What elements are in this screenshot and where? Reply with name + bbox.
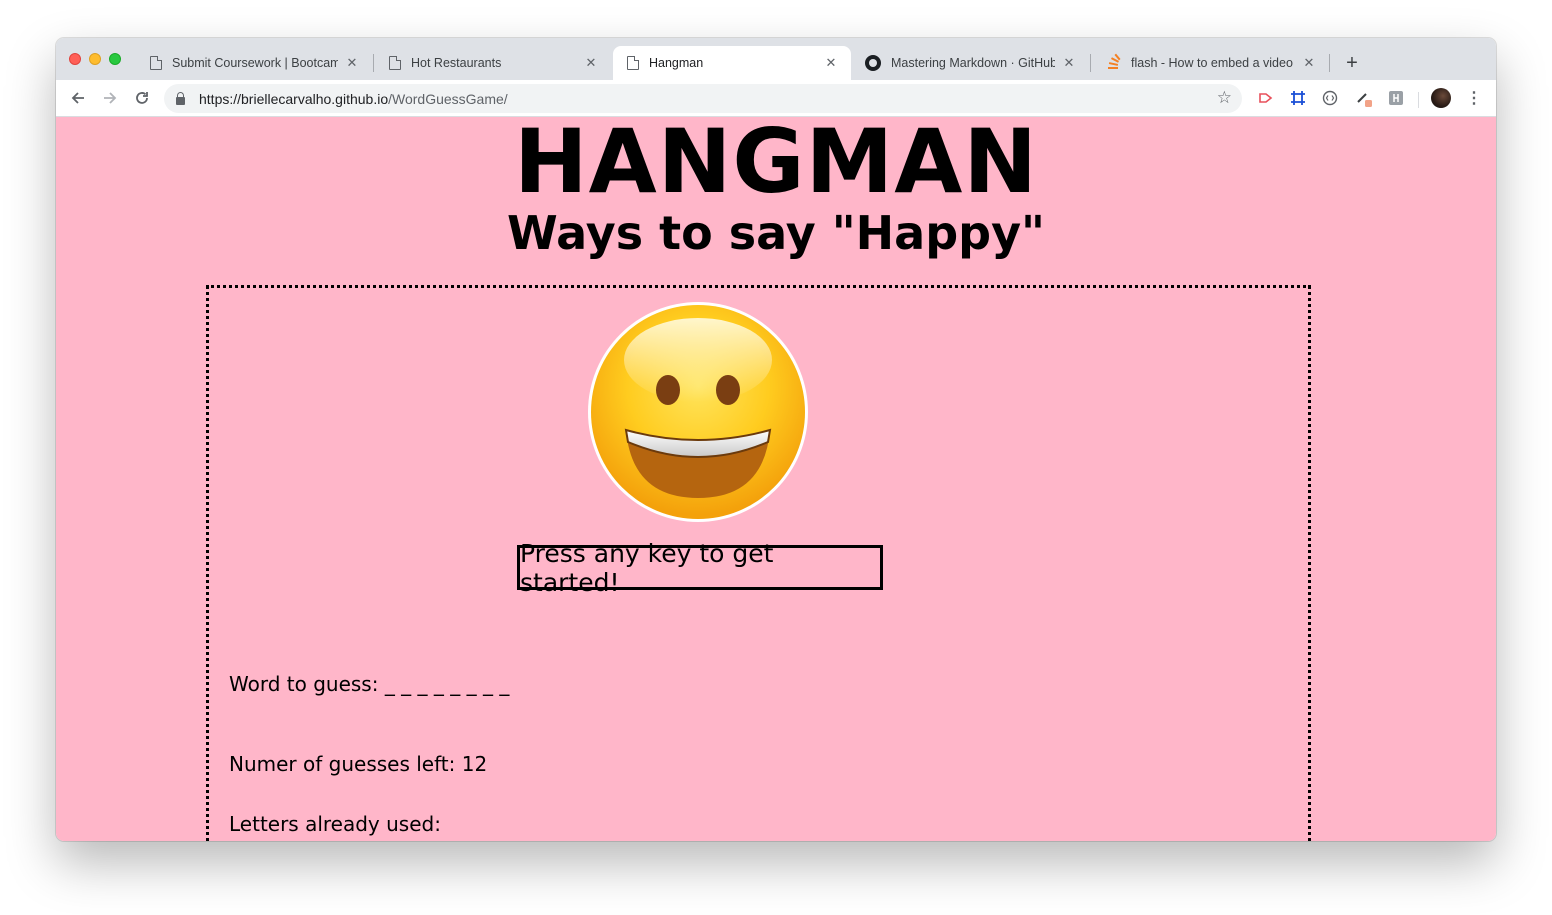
- start-prompt: Press any key to get started!: [517, 539, 883, 597]
- close-icon[interactable]: ✕: [823, 55, 839, 71]
- tab-title: Submit Coursework | Bootcamp: [172, 56, 338, 70]
- page-viewport: HANGMAN Ways to say "Happy" Press any ke…: [56, 117, 1496, 841]
- letters-used: Letters already used:: [229, 812, 447, 836]
- url-host: https://briellecarvalho.github.io: [199, 90, 389, 107]
- tab-hangman[interactable]: Hangman ✕: [613, 46, 851, 80]
- grinning-face-icon: [588, 302, 808, 522]
- word-blanks: _ _ _ _ _ _ _ _: [384, 672, 510, 696]
- profile-avatar[interactable]: [1431, 88, 1451, 108]
- close-window-button[interactable]: [69, 53, 81, 65]
- more-menu-icon[interactable]: ⋮: [1464, 86, 1484, 110]
- guesses-left: Numer of guesses left: 12: [229, 752, 487, 776]
- tab-separator: [373, 54, 374, 72]
- close-icon[interactable]: ✕: [1301, 55, 1317, 71]
- back-arrow-icon[interactable]: [66, 86, 90, 110]
- forward-arrow-icon[interactable]: [98, 86, 122, 110]
- page-subtitle: Ways to say "Happy": [506, 206, 1046, 260]
- close-icon[interactable]: ✕: [583, 55, 599, 71]
- tab-flash-embed-video[interactable]: flash - How to embed a video into ✕: [1091, 46, 1329, 80]
- tab-separator: [1329, 54, 1330, 72]
- letters-label: Letters already used:: [229, 812, 441, 836]
- reload-icon[interactable]: [130, 86, 154, 110]
- tab-title: Hangman: [649, 56, 704, 70]
- stackoverflow-icon: [1105, 53, 1121, 71]
- github-icon: [865, 55, 881, 71]
- guesses-label: Numer of guesses left:: [229, 752, 456, 776]
- extension-eyedropper-icon[interactable]: [1354, 88, 1374, 108]
- browser-toolbar: https://briellecarvalho.github.io/WordGu…: [56, 80, 1496, 117]
- tab-submit-coursework[interactable]: Submit Coursework | Bootcamp ✕: [136, 46, 372, 80]
- extension-circle-icon[interactable]: [1320, 88, 1340, 108]
- game-container: Press any key to get started! Word to gu…: [206, 285, 1311, 841]
- extension-grid-icon[interactable]: [1288, 88, 1308, 108]
- tab-strip: Submit Coursework | Bootcamp ✕ Hot Resta…: [56, 38, 1496, 80]
- maximize-window-button[interactable]: [109, 53, 121, 65]
- page-title: HANGMAN: [514, 117, 1038, 213]
- address-bar[interactable]: https://briellecarvalho.github.io/WordGu…: [164, 84, 1242, 113]
- page-icon: [627, 56, 639, 70]
- toolbar-separator: [1418, 92, 1419, 108]
- bookmark-star-icon[interactable]: ☆: [1217, 88, 1232, 108]
- tab-title: Mastering Markdown · GitHub Guides: [891, 56, 1055, 70]
- lock-icon: [176, 91, 185, 105]
- tab-mastering-markdown[interactable]: Mastering Markdown · GitHub Guides ✕: [851, 46, 1089, 80]
- browser-window: Submit Coursework | Bootcamp ✕ Hot Resta…: [56, 38, 1496, 841]
- extension-cast-icon[interactable]: [1256, 88, 1276, 108]
- extension-script-icon[interactable]: [1386, 88, 1406, 108]
- url-path: /WordGuessGame/: [388, 90, 508, 107]
- tab-title: Hot Restaurants: [411, 56, 502, 70]
- tab-title: flash - How to embed a video into: [1131, 56, 1295, 70]
- close-icon[interactable]: ✕: [1061, 55, 1077, 71]
- close-icon[interactable]: ✕: [344, 55, 360, 71]
- tab-hot-restaurants[interactable]: Hot Restaurants ✕: [375, 46, 611, 80]
- word-label: Word to guess:: [229, 672, 379, 696]
- word-to-guess: Word to guess: _ _ _ _ _ _ _ _: [229, 672, 509, 696]
- new-tab-button[interactable]: +: [1340, 51, 1364, 75]
- minimize-window-button[interactable]: [89, 53, 101, 65]
- page-icon: [389, 56, 401, 70]
- page-icon: [150, 56, 162, 70]
- guesses-count: 12: [461, 752, 488, 776]
